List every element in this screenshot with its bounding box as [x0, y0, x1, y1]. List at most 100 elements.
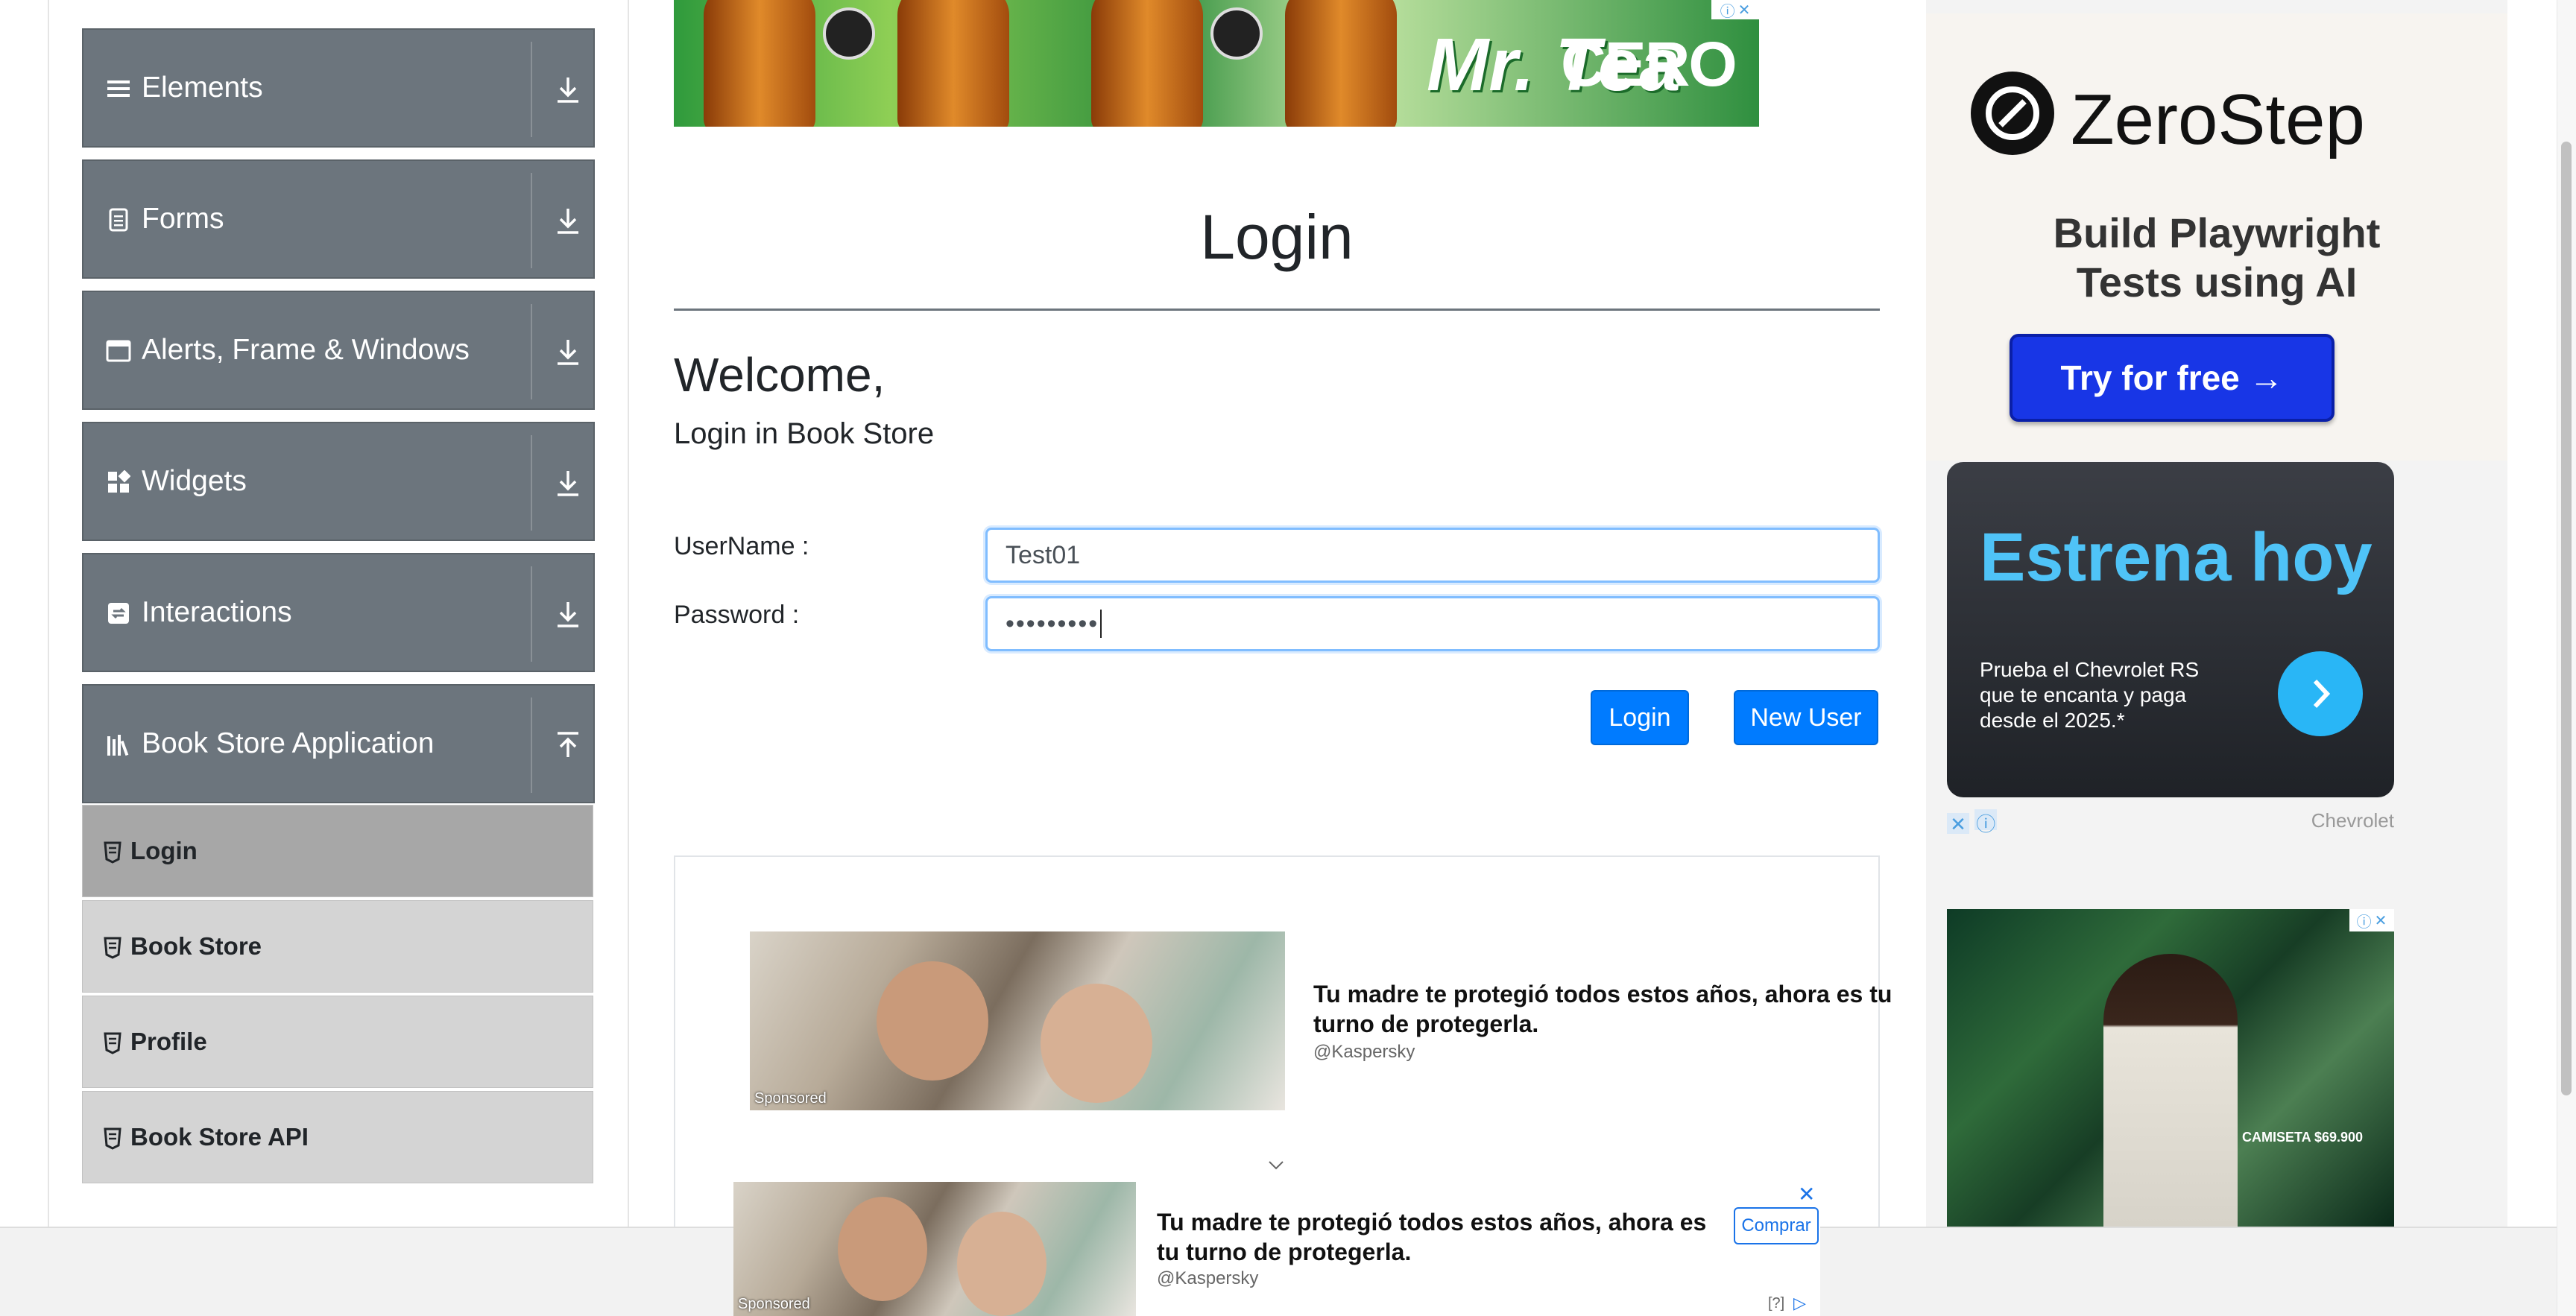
- divider: [674, 309, 1880, 311]
- seal-image: [1210, 7, 1263, 60]
- divider: [531, 173, 532, 268]
- upload-arrow-icon[interactable]: [552, 729, 584, 762]
- interaction-icon: [106, 601, 131, 626]
- group-label: Book Store Application: [142, 727, 435, 759]
- divider: [531, 435, 532, 531]
- sidebar-item-profile[interactable]: Profile: [82, 996, 593, 1088]
- chevy-heading: Estrena hoy: [1980, 519, 2373, 595]
- ad-headline[interactable]: Tu madre te protegió todos estos años, a…: [1313, 979, 1925, 1039]
- bottom-sticky-ad[interactable]: Sponsored Tu madre te protegió todos est…: [733, 1182, 1820, 1316]
- bottle-image: [897, 0, 1009, 127]
- sidebar-item-label: Profile: [130, 1028, 207, 1055]
- sponsored-label: Sponsored: [738, 1296, 810, 1312]
- info-icon[interactable]: ⓘ: [1974, 809, 1998, 835]
- divider: [531, 566, 532, 662]
- group-widgets[interactable]: Widgets: [82, 422, 595, 541]
- zerostep-tagline: Build Playwright Tests using AI: [2053, 209, 2381, 306]
- group-elements[interactable]: Elements: [82, 28, 595, 148]
- bottle-image: [1285, 0, 1397, 127]
- document-icon: [106, 207, 131, 232]
- fashion-ad[interactable]: CAMISETA $69.900 ⓘ ✕: [1947, 909, 2394, 1227]
- sidebar-item-label: Book Store: [130, 932, 262, 960]
- new-user-button[interactable]: New User: [1734, 690, 1878, 745]
- ad-headline[interactable]: Tu madre te protegió todos estos años, a…: [1157, 1207, 1723, 1267]
- window-icon: [106, 338, 131, 364]
- sidebar-item-label: Login: [130, 837, 198, 864]
- download-arrow-icon[interactable]: [552, 73, 584, 106]
- list-icon: [106, 76, 131, 101]
- books-icon: [106, 732, 131, 757]
- info-icon[interactable]: ⓘ: [2357, 910, 2372, 931]
- chevron-right-icon[interactable]: [2278, 651, 2363, 736]
- bottle-image: [1091, 0, 1203, 127]
- sponsored-label: Sponsored: [754, 1090, 827, 1107]
- username-input[interactable]: [985, 528, 1880, 583]
- zerostep-logo-icon: [1971, 72, 2054, 155]
- close-icon[interactable]: ✕: [1947, 813, 1969, 835]
- top-ad-banner[interactable]: Mr. Tea CERO ⓘ ✕: [674, 0, 1759, 127]
- password-value: •••••••••: [1006, 609, 1099, 638]
- scrollbar-thumb[interactable]: [2561, 142, 2572, 1095]
- sidebar-item-book-store[interactable]: Book Store: [82, 900, 593, 993]
- ad-photo[interactable]: Sponsored: [750, 931, 1285, 1110]
- ad-photo[interactable]: Sponsored: [733, 1182, 1136, 1316]
- help-link[interactable]: [?]: [1768, 1295, 1784, 1312]
- person-image: [957, 1212, 1046, 1316]
- ad-brand-suffix: CERO: [1561, 29, 1737, 99]
- divider: [531, 42, 532, 137]
- ad-brand-label: Chevrolet: [2311, 809, 2394, 832]
- bottle-image: [704, 0, 815, 127]
- password-input[interactable]: •••••••••: [985, 596, 1880, 651]
- chevron-down-icon[interactable]: [1267, 1157, 1285, 1174]
- group-label: Widgets: [142, 465, 247, 497]
- page-title: Login: [1200, 202, 1354, 272]
- login-button[interactable]: Login: [1591, 690, 1689, 745]
- ad-choices[interactable]: ⓘ ✕: [2349, 909, 2394, 931]
- chevy-footer: ✕ ⓘ Chevrolet: [1947, 809, 2394, 835]
- zerostep-name: ZeroStep: [2071, 80, 2365, 159]
- ad-source: @Kaspersky: [1157, 1268, 1259, 1288]
- close-icon[interactable]: ✕: [1798, 1182, 1815, 1206]
- sidebar-item-book-store-api[interactable]: Book Store API: [82, 1091, 593, 1183]
- adchoices-icon[interactable]: ▷: [1793, 1294, 1806, 1313]
- seal-image: [823, 7, 875, 60]
- sidebar-item-login[interactable]: Login: [82, 805, 593, 897]
- buy-button[interactable]: Comprar: [1734, 1207, 1819, 1244]
- ad-source: @Kaspersky: [1313, 1042, 1415, 1062]
- person-image: [1041, 984, 1152, 1103]
- info-icon[interactable]: ⓘ: [1720, 0, 1735, 21]
- zerostep-ad[interactable]: ZeroStep Build Playwright Tests using AI…: [1926, 13, 2507, 461]
- ad-choices[interactable]: ⓘ ✕: [1711, 0, 1759, 21]
- html5-icon: [104, 1032, 121, 1054]
- download-arrow-icon[interactable]: [552, 335, 584, 368]
- chevrolet-ad[interactable]: Estrena hoy Prueba el Chevrolet RS que t…: [1947, 462, 2394, 797]
- group-label: Forms: [142, 203, 224, 235]
- fashion-caption: CAMISETA $69.900: [2242, 1130, 2364, 1145]
- try-for-free-button[interactable]: Try for free →: [2010, 334, 2334, 422]
- group-book-store-application[interactable]: Book Store Application: [82, 684, 595, 803]
- group-label: Interactions: [142, 596, 292, 628]
- sidebar-item-label: Book Store API: [130, 1123, 309, 1151]
- model-image: [2103, 954, 2238, 1227]
- welcome-heading: Welcome,: [674, 348, 886, 402]
- divider: [531, 697, 532, 793]
- widgets-icon: [106, 469, 131, 495]
- group-label: Elements: [142, 72, 263, 104]
- person-image: [877, 961, 988, 1081]
- group-label: Alerts, Frame & Windows: [142, 334, 470, 366]
- close-icon[interactable]: ✕: [2375, 911, 2387, 930]
- download-arrow-icon[interactable]: [552, 204, 584, 237]
- group-interactions[interactable]: Interactions: [82, 553, 595, 672]
- html5-icon: [104, 1127, 121, 1150]
- divider: [531, 304, 532, 399]
- left-panel: Elements Forms Alerts, Frame & Windows W…: [48, 0, 629, 1227]
- download-arrow-icon[interactable]: [552, 598, 584, 630]
- html5-icon: [104, 937, 121, 959]
- chevy-text: Prueba el Chevrolet RS que te encanta y …: [1980, 658, 2200, 732]
- download-arrow-icon[interactable]: [552, 466, 584, 499]
- username-label: UserName :: [674, 532, 809, 560]
- close-icon[interactable]: ✕: [1738, 1, 1751, 19]
- group-forms[interactable]: Forms: [82, 159, 595, 279]
- person-image: [838, 1197, 927, 1301]
- group-alerts-frame-windows[interactable]: Alerts, Frame & Windows: [82, 291, 595, 410]
